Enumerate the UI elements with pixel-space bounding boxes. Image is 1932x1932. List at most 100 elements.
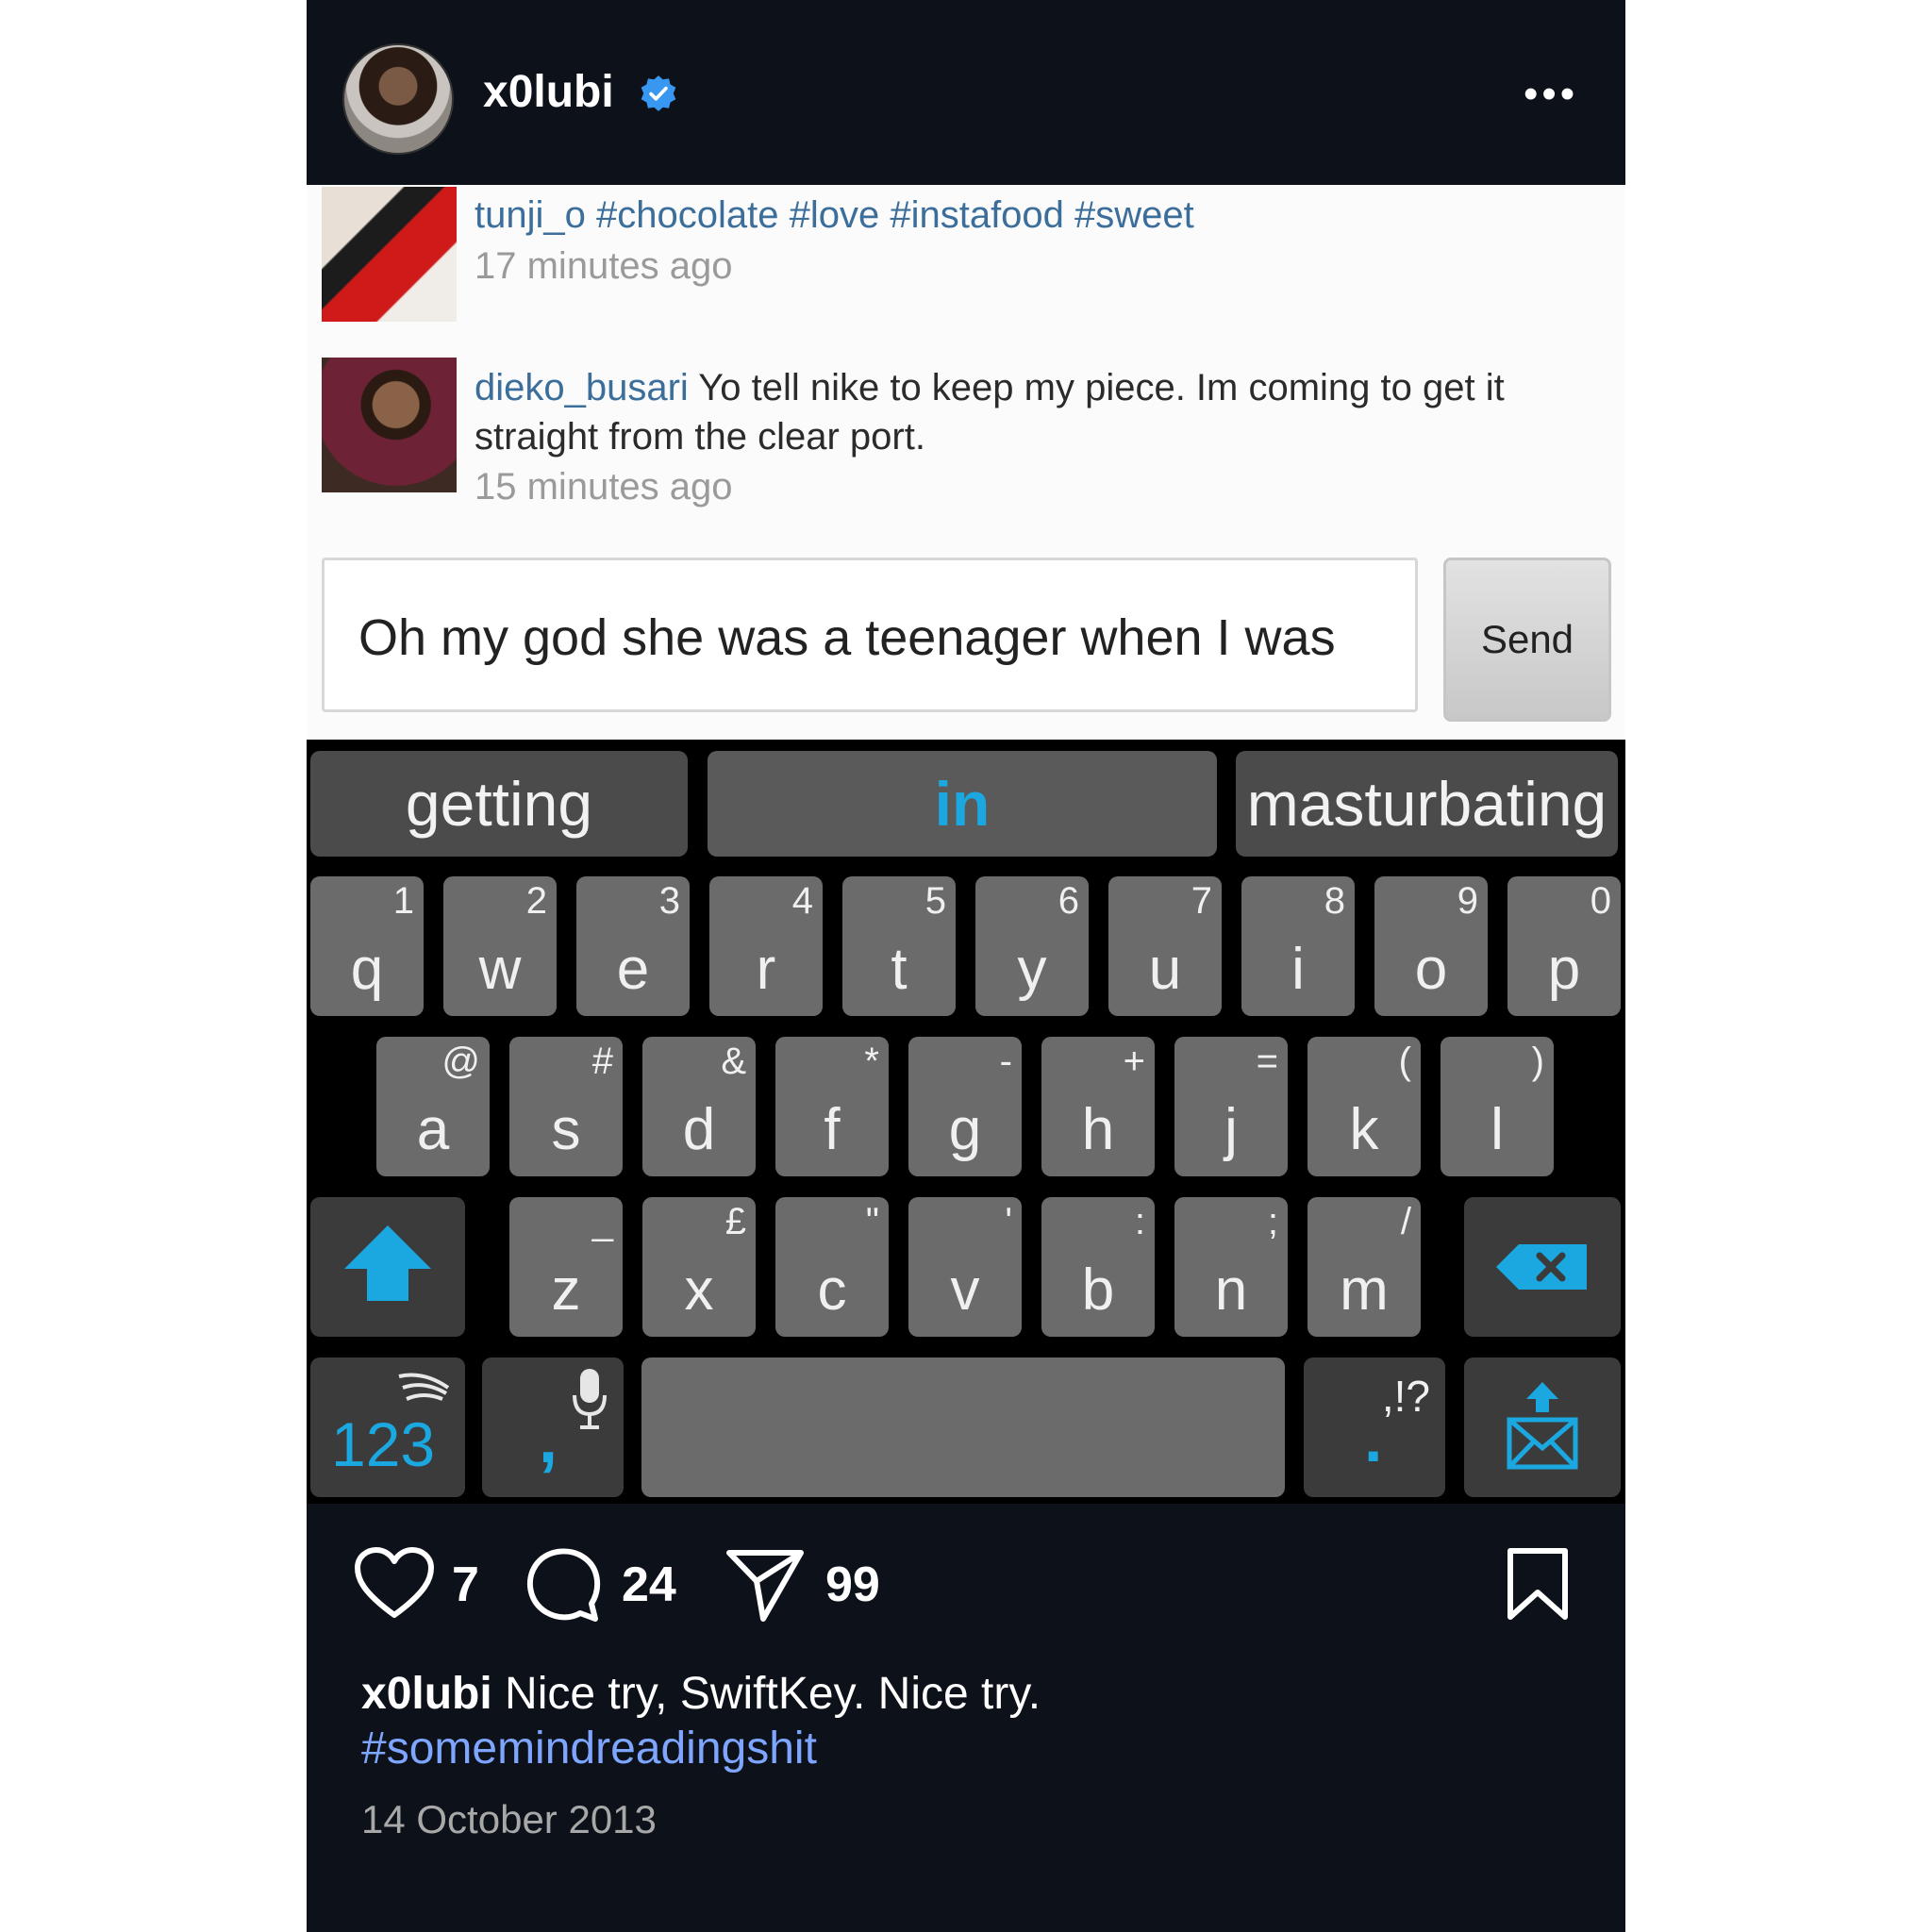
key-e[interactable]: 3e — [576, 876, 690, 1016]
key-label: m — [1340, 1257, 1389, 1323]
key-h[interactable]: + h — [1041, 1037, 1155, 1176]
key-alt-label: ) — [1531, 1041, 1544, 1082]
comment-timestamp: 17 minutes ago — [475, 245, 733, 287]
key-r[interactable]: 4r — [709, 876, 823, 1016]
key-label: k — [1349, 1097, 1379, 1162]
key-z[interactable]: _ z — [509, 1197, 623, 1337]
key-label: d — [682, 1097, 716, 1162]
key-alt-label: ' — [1005, 1201, 1012, 1242]
microphone-icon — [573, 1369, 607, 1429]
key-alt-label: 8 — [1324, 880, 1345, 922]
avatar[interactable] — [342, 43, 454, 155]
comment-bubble-icon — [526, 1548, 601, 1622]
more-options-icon[interactable]: ••• — [1524, 74, 1578, 115]
paper-plane-icon — [726, 1550, 804, 1622]
key-d[interactable]: & d — [642, 1037, 756, 1176]
key-label: x — [684, 1257, 714, 1323]
key-label: o — [1414, 937, 1448, 1002]
like-action[interactable]: 7 — [354, 1547, 479, 1623]
key-alt-label: 3 — [658, 880, 680, 922]
key-o[interactable]: 9o — [1374, 876, 1488, 1016]
key-label: u — [1148, 937, 1182, 1002]
shift-arrow-icon — [344, 1225, 431, 1301]
key-label: j — [1224, 1097, 1238, 1162]
key-label: i — [1291, 937, 1305, 1002]
key-q[interactable]: 1q — [310, 876, 424, 1016]
send-button[interactable]: Send — [1443, 558, 1611, 722]
comment-input[interactable]: Oh my god she was a teenager when I was — [322, 558, 1418, 712]
punctuation-key[interactable]: ,!? . — [1304, 1357, 1445, 1497]
key-n[interactable]: ; n — [1174, 1197, 1288, 1337]
send-mail-icon — [1507, 1382, 1578, 1470]
key-v[interactable]: ' v — [908, 1197, 1022, 1337]
backspace-key[interactable] — [1464, 1197, 1621, 1337]
commenter-avatar[interactable] — [322, 358, 457, 492]
comment-username[interactable]: dieko_busari — [475, 367, 689, 408]
key-k[interactable]: (k — [1307, 1037, 1421, 1176]
suggestion-left[interactable]: getting — [310, 751, 688, 857]
comment-timestamp: 15 minutes ago — [475, 466, 733, 508]
shift-key[interactable] — [310, 1197, 465, 1337]
caption-username[interactable]: x0lubi — [361, 1669, 492, 1719]
commenter-avatar[interactable] — [322, 187, 457, 322]
backspace-icon — [1496, 1244, 1587, 1290]
key-alt-label: 9 — [1457, 880, 1478, 922]
key-label: y — [1017, 937, 1047, 1002]
key-alt-label: 2 — [525, 880, 547, 922]
key-i[interactable]: 8i — [1241, 876, 1355, 1016]
key-label: e — [616, 937, 650, 1002]
comment-username[interactable]: tunji_o — [475, 194, 586, 236]
key-alt-label: 6 — [1058, 880, 1079, 922]
space-key[interactable] — [641, 1357, 1285, 1497]
key-label: t — [891, 937, 908, 1002]
key-t[interactable]: 5t — [842, 876, 956, 1016]
key-u[interactable]: 7u — [1108, 876, 1222, 1016]
key-p[interactable]: 0p — [1507, 876, 1621, 1016]
key-j[interactable]: = j — [1174, 1037, 1288, 1176]
comma-key[interactable]: , — [482, 1357, 624, 1497]
key-l[interactable]: ) l — [1441, 1037, 1554, 1176]
comment-body[interactable]: #chocolate #love #instafood #sweet — [596, 194, 1194, 236]
comment-action[interactable]: 24 — [525, 1547, 676, 1623]
key-b[interactable]: :b — [1041, 1197, 1155, 1337]
punctuation-key-alt: ,!? — [1381, 1372, 1430, 1421]
caption-hashtag[interactable]: #somemindreadingshit — [361, 1723, 817, 1774]
key-alt-label: : — [1134, 1201, 1145, 1242]
keyboard: getting in masturbating 123 , ,!? . 1 q … — [307, 740, 1625, 1504]
post-username[interactable]: x0lubi — [483, 66, 614, 118]
key-f[interactable]: * f — [775, 1037, 889, 1176]
key-m[interactable]: / m — [1307, 1197, 1421, 1337]
share-action[interactable]: 99 — [725, 1547, 880, 1623]
key-alt-label: ( — [1398, 1041, 1411, 1082]
key-a[interactable]: @ a — [376, 1037, 490, 1176]
numbers-key[interactable]: 123 — [310, 1357, 465, 1497]
key-alt-label: £ — [724, 1201, 746, 1242]
key-alt-label: " — [865, 1201, 879, 1242]
suggestion-center[interactable]: in — [708, 751, 1217, 857]
key-label: b — [1081, 1257, 1115, 1323]
key-label: v — [950, 1257, 980, 1323]
key-label: q — [350, 937, 384, 1002]
key-c[interactable]: " c — [775, 1197, 889, 1337]
key-x[interactable]: £ x — [642, 1197, 756, 1337]
key-alt-label: 1 — [392, 880, 414, 922]
key-y[interactable]: 6y — [975, 876, 1089, 1016]
heart-icon — [355, 1547, 434, 1618]
key-w[interactable]: 2w — [443, 876, 557, 1016]
suggestion-right[interactable]: masturbating — [1236, 751, 1618, 857]
key-alt-label: ; — [1267, 1201, 1278, 1242]
send-key[interactable] — [1464, 1357, 1621, 1497]
key-label: s — [551, 1097, 581, 1162]
save-action[interactable] — [1505, 1547, 1571, 1623]
key-label: c — [817, 1257, 847, 1323]
key-alt-label: @ — [441, 1041, 480, 1082]
key-g[interactable]: -g — [908, 1037, 1022, 1176]
key-s[interactable]: # s — [509, 1037, 623, 1176]
post-card: x0lubi ••• tunji_o #chocolate #love #ins… — [307, 0, 1625, 1932]
key-alt-label: 4 — [791, 880, 813, 922]
key-alt-label: 5 — [924, 880, 946, 922]
key-label: h — [1081, 1097, 1115, 1162]
bookmark-icon — [1507, 1548, 1568, 1620]
share-count: 99 — [825, 1557, 880, 1612]
key-label: w — [478, 937, 522, 1002]
